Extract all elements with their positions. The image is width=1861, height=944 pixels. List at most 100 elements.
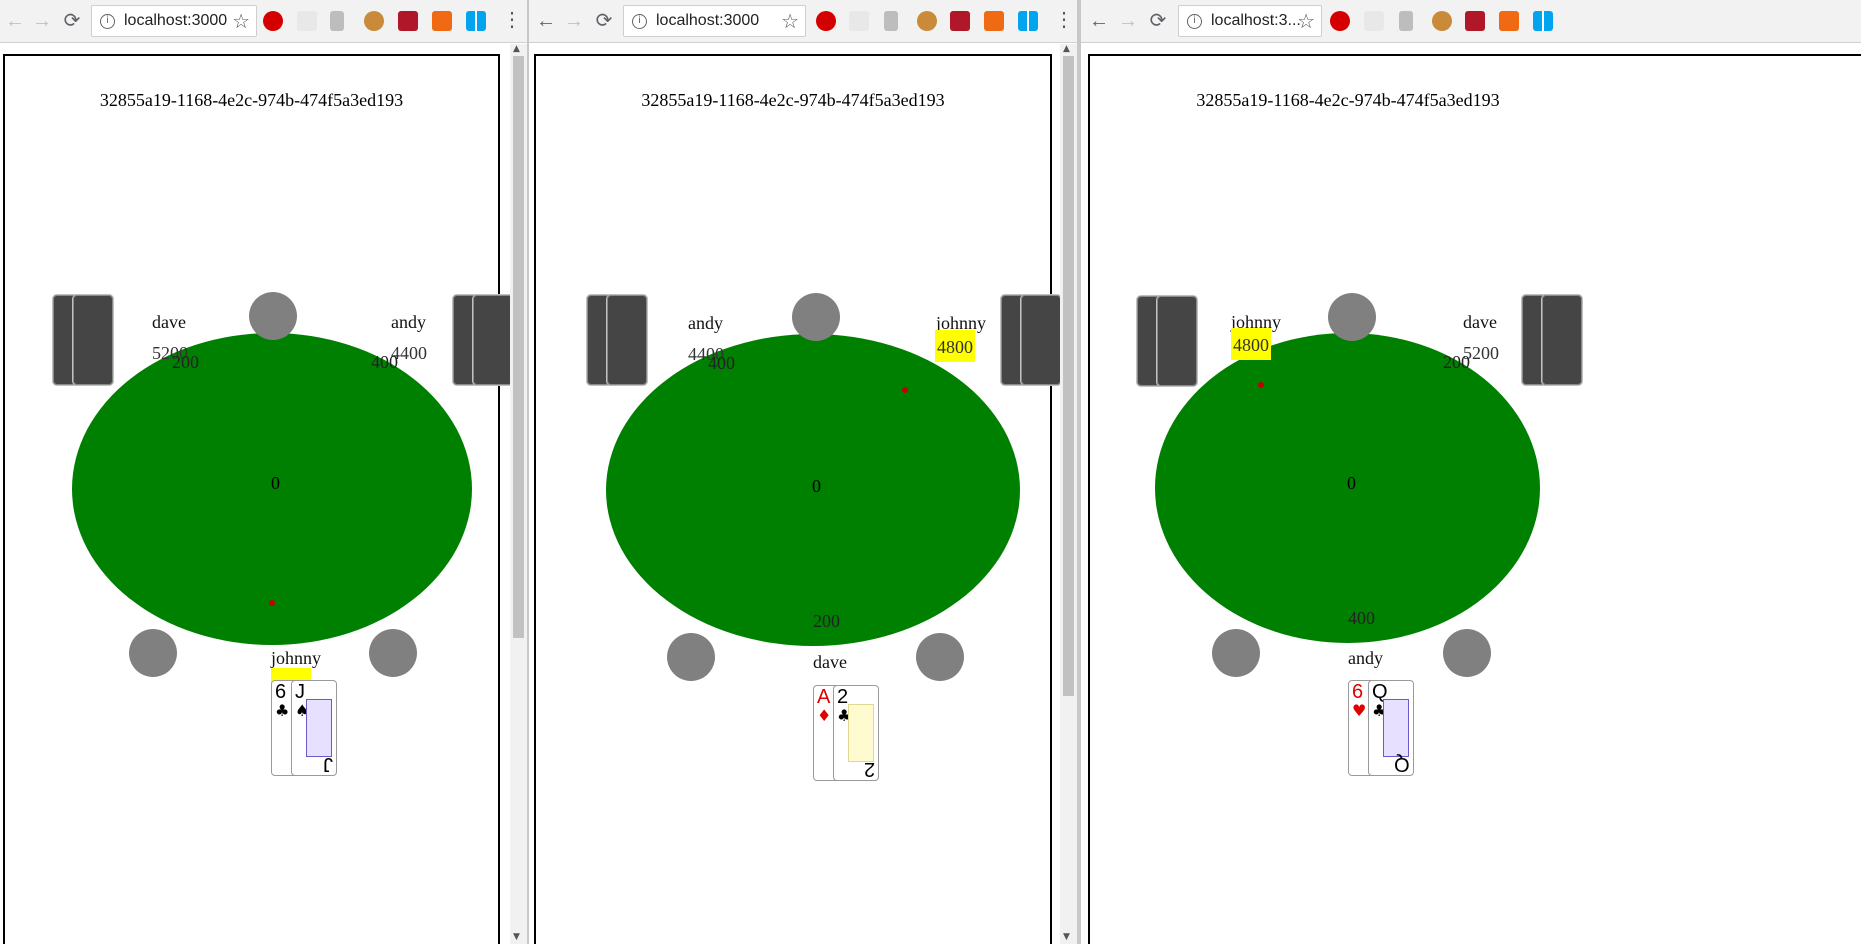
pencil-icon[interactable]: [884, 11, 898, 31]
scroll-thumb[interactable]: [513, 56, 524, 638]
player-name: dave: [152, 312, 186, 332]
url-text: localhost:3000: [124, 12, 228, 29]
card-rank: A: [817, 686, 831, 708]
empty-seat-top[interactable]: [792, 293, 840, 341]
card-rank-corner: J: [323, 753, 333, 775]
empty-seat-bottom-left[interactable]: [667, 633, 715, 681]
url-text: localhost:3...: [1211, 12, 1301, 29]
vertical-scrollbar[interactable]: ▲ ▼: [510, 44, 527, 944]
address-bar[interactable]: i localhost:3000 ☆: [91, 5, 257, 37]
card-back: [1020, 294, 1062, 386]
card-rank: 6: [1352, 681, 1364, 703]
pencil-icon[interactable]: [330, 11, 344, 31]
back-arrow-icon[interactable]: ←: [1087, 9, 1111, 33]
player-name: andy: [1348, 648, 1383, 668]
extension-icon[interactable]: [1465, 11, 1485, 31]
card-pip-area: [848, 704, 874, 762]
cookie-icon[interactable]: [1432, 11, 1452, 31]
page-viewport: 32855a19-1168-4e2c-974b-474f5a3ed193 and…: [529, 44, 1077, 944]
player-bet: 400: [708, 353, 735, 373]
dealer-button: [269, 600, 275, 606]
game-id: 32855a19-1168-4e2c-974b-474f5a3ed193: [1196, 90, 1500, 110]
reload-icon[interactable]: ⟳: [592, 9, 616, 33]
reload-icon[interactable]: ⟳: [60, 9, 84, 33]
scroll-up-icon[interactable]: ▲: [513, 44, 520, 54]
windows-icon[interactable]: [1533, 11, 1553, 31]
forward-arrow-icon[interactable]: →: [30, 9, 54, 33]
orange-extension-icon[interactable]: [432, 11, 452, 31]
scroll-down-icon[interactable]: ▼: [1063, 932, 1070, 942]
empty-seat-top[interactable]: [249, 292, 297, 340]
empty-seat-top[interactable]: [1328, 293, 1376, 341]
card-rank: J: [295, 681, 305, 703]
card-back: [72, 294, 114, 386]
windows-icon[interactable]: [1018, 11, 1038, 31]
star-icon[interactable]: ☆: [781, 9, 799, 34]
browser-window-1: ← → ⟳ i localhost:3000 ☆ ⋮ 32855a19-1168…: [0, 0, 527, 944]
card-suit: ♣: [275, 701, 290, 720]
scroll-thumb[interactable]: [1063, 56, 1074, 696]
adblock-icon[interactable]: [816, 11, 836, 31]
mail-icon[interactable]: [297, 11, 317, 31]
cookie-icon[interactable]: [917, 11, 937, 31]
card-rank-corner: 2: [863, 758, 875, 780]
scroll-down-icon[interactable]: ▼: [513, 932, 520, 942]
pot-amount: 0: [271, 473, 280, 493]
extension-icon[interactable]: [398, 11, 418, 31]
player-bet: 200: [172, 352, 199, 372]
back-arrow-icon[interactable]: ←: [534, 9, 558, 33]
menu-dots-icon[interactable]: ⋮: [1054, 8, 1074, 32]
forward-arrow-icon[interactable]: →: [562, 9, 586, 33]
mail-icon[interactable]: [1364, 11, 1384, 31]
pot-amount: 0: [1347, 473, 1356, 493]
hole-card-2: 2 ♣ 2: [833, 685, 879, 781]
info-icon[interactable]: i: [632, 14, 647, 29]
empty-seat-bottom-right[interactable]: [1443, 629, 1491, 677]
star-icon[interactable]: ☆: [232, 9, 250, 34]
hole-card-2: Q ♣ Q: [1368, 680, 1414, 776]
empty-seat-bottom-left[interactable]: [129, 629, 177, 677]
address-bar[interactable]: i localhost:3... ☆: [1178, 5, 1322, 37]
scroll-up-icon[interactable]: ▲: [1063, 44, 1070, 54]
back-arrow-icon[interactable]: ←: [3, 9, 27, 33]
info-icon[interactable]: i: [1187, 14, 1202, 29]
orange-extension-icon[interactable]: [984, 11, 1004, 31]
empty-seat-bottom-left[interactable]: [1212, 629, 1260, 677]
player-name: johnny: [271, 648, 322, 668]
pot-amount: 0: [812, 476, 821, 496]
forward-arrow-icon[interactable]: →: [1116, 9, 1140, 33]
windows-icon[interactable]: [466, 11, 486, 31]
star-icon[interactable]: ☆: [1297, 9, 1315, 34]
mail-icon[interactable]: [849, 11, 869, 31]
browser-toolbar: ← → ⟳ i localhost:3000 ☆ ⋮: [529, 0, 1077, 43]
player-bet: 200: [813, 611, 840, 631]
menu-dots-icon[interactable]: ⋮: [502, 8, 522, 32]
extension-icon[interactable]: [950, 11, 970, 31]
player-name: dave: [813, 652, 847, 672]
card-rank: 2: [837, 686, 849, 708]
cookie-icon[interactable]: [364, 11, 384, 31]
pencil-icon[interactable]: [1399, 11, 1413, 31]
dealer-button: [902, 387, 908, 393]
adblock-icon[interactable]: [263, 11, 283, 31]
address-bar[interactable]: i localhost:3000 ☆: [623, 5, 806, 37]
player-name: andy: [688, 313, 723, 333]
empty-seat-bottom-right[interactable]: [369, 629, 417, 677]
reload-icon[interactable]: ⟳: [1146, 9, 1170, 33]
card-rank-corner: Q: [1394, 753, 1410, 775]
empty-seat-bottom-right[interactable]: [916, 633, 964, 681]
card-rank: 6: [275, 681, 287, 703]
game-frame: 32855a19-1168-4e2c-974b-474f5a3ed193 dav…: [3, 54, 514, 944]
adblock-icon[interactable]: [1330, 11, 1350, 31]
player-name: dave: [1463, 312, 1497, 332]
card-back: [472, 294, 514, 386]
player-bet: 400: [1348, 608, 1375, 628]
card-suit: ♦: [817, 706, 832, 725]
info-icon[interactable]: i: [100, 14, 115, 29]
vertical-scrollbar[interactable]: ▲ ▼: [1060, 44, 1077, 944]
page-viewport: 32855a19-1168-4e2c-974b-474f5a3ed193 dav…: [0, 44, 527, 944]
game-frame: 32855a19-1168-4e2c-974b-474f5a3ed193 joh…: [1088, 54, 1861, 944]
browser-window-3: ← → ⟳ i localhost:3... ☆ 32855a19-1168-4…: [1081, 0, 1861, 944]
orange-extension-icon[interactable]: [1499, 11, 1519, 31]
face-card-art: [1383, 699, 1409, 757]
